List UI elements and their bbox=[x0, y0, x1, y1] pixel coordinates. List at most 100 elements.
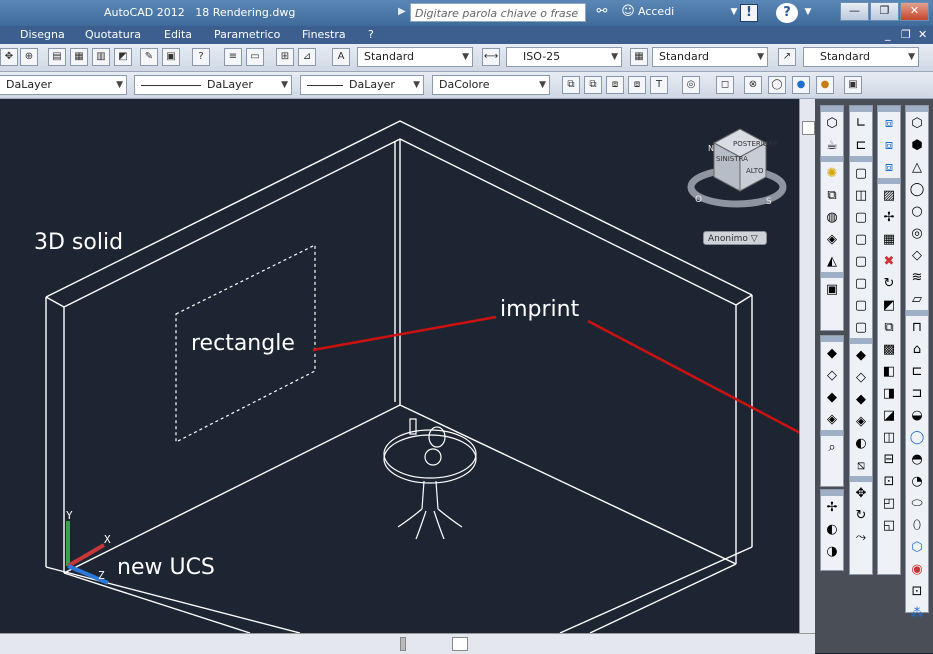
mesh-convert-icon[interactable]: ⬡ bbox=[906, 536, 928, 558]
menu-edita[interactable]: Edita bbox=[164, 28, 192, 41]
materials-icon[interactable]: ◍ bbox=[821, 206, 843, 228]
slice-icon[interactable]: ◱ bbox=[878, 514, 900, 536]
shade3-icon[interactable]: ◆ bbox=[821, 386, 843, 408]
quickcalc-icon[interactable]: ▣ bbox=[162, 48, 180, 66]
check-icon[interactable]: ◰ bbox=[878, 492, 900, 514]
measure-icon[interactable]: ≡ bbox=[224, 48, 242, 66]
mesh-cone-icon[interactable]: ◯ bbox=[906, 178, 928, 200]
flatshot-icon[interactable]: ⌂ bbox=[906, 338, 928, 360]
teapot-icon[interactable]: ☕ bbox=[821, 134, 843, 156]
thicken-icon[interactable]: ◯ bbox=[906, 426, 928, 448]
convert-surface-icon[interactable]: ◔ bbox=[906, 470, 928, 492]
sphere-icon[interactable]: ▢ bbox=[850, 228, 872, 250]
layer-select[interactable]: DaLayer ▼ bbox=[0, 75, 127, 95]
sun-icon[interactable]: ◭ bbox=[821, 250, 843, 272]
surface-network-icon[interactable]: ◉ bbox=[906, 558, 928, 580]
sweep-icon[interactable]: ◆ bbox=[850, 388, 872, 410]
linetype-select[interactable]: DaLayer ▼ bbox=[134, 75, 292, 95]
wireframe-icon[interactable]: ⊗ bbox=[744, 76, 762, 94]
extract-edges-icon[interactable]: ⬭ bbox=[906, 492, 928, 514]
help-button[interactable]: ? bbox=[776, 3, 798, 23]
mleader-style-select[interactable]: Standard ▼ bbox=[803, 47, 919, 67]
search-input[interactable]: Digitare parola chiave o frase bbox=[410, 3, 586, 22]
offset-faces-icon[interactable]: ▦ bbox=[878, 228, 900, 250]
binoculars-icon[interactable]: ⚯ bbox=[594, 4, 610, 20]
union-icon[interactable]: ⧈ bbox=[878, 112, 900, 134]
shell-icon[interactable]: ⊡ bbox=[878, 470, 900, 492]
help-icon[interactable]: ? bbox=[192, 48, 210, 66]
mesh-smooth-icon[interactable]: ≋ bbox=[906, 266, 928, 288]
mesh-cylinder-icon[interactable]: ⬢ bbox=[906, 134, 928, 156]
cylinder-icon[interactable]: ▢ bbox=[850, 250, 872, 272]
wedge-icon[interactable]: ◫ bbox=[850, 184, 872, 206]
mesh-sphere-icon[interactable]: ○ bbox=[906, 200, 928, 222]
shade4-icon[interactable]: ◈ bbox=[821, 408, 843, 430]
minimize-button[interactable]: — bbox=[840, 2, 869, 21]
solid-draw-icon[interactable]: ⊐ bbox=[906, 382, 928, 404]
polysolid-icon[interactable]: ∟ bbox=[850, 112, 872, 134]
extrude-icon[interactable]: ◆ bbox=[850, 344, 872, 366]
doc-close-button[interactable]: ✕ bbox=[918, 28, 927, 41]
rotate-gizmo-icon[interactable]: ↻ bbox=[850, 504, 872, 526]
draworder-back-icon[interactable]: ⧉ bbox=[584, 76, 602, 94]
sheet-set-icon[interactable]: ◩ bbox=[114, 48, 132, 66]
vertical-scroll-thumb[interactable] bbox=[802, 121, 815, 135]
loft-icon[interactable]: ◐ bbox=[850, 432, 872, 454]
box-icon[interactable]: ▢ bbox=[850, 162, 872, 184]
extrude-faces-icon[interactable]: ▨ bbox=[878, 184, 900, 206]
section-plane-icon[interactable]: ⊓ bbox=[906, 316, 928, 338]
delete-faces-icon[interactable]: ✖ bbox=[878, 250, 900, 272]
design-center-icon[interactable]: ▦ bbox=[70, 48, 88, 66]
menu-finestra[interactable]: Finestra bbox=[302, 28, 346, 41]
zoom-icon[interactable]: ⊕ bbox=[20, 48, 38, 66]
draworder-above-icon[interactable]: ⧈ bbox=[606, 76, 624, 94]
menu-quotatura[interactable]: Quotatura bbox=[85, 28, 141, 41]
mesh-refine-icon[interactable]: ▱ bbox=[906, 288, 928, 310]
horizontal-scroll-thumb[interactable] bbox=[452, 637, 468, 651]
user-icon[interactable]: ☺ bbox=[620, 4, 636, 20]
draworder-front-icon[interactable]: ⧉ bbox=[562, 76, 580, 94]
visual-style-icon[interactable]: ◻ bbox=[716, 76, 734, 94]
imprint-edges-icon[interactable]: ◪ bbox=[878, 404, 900, 426]
visual-style-manager-icon[interactable]: ▣ bbox=[844, 76, 862, 94]
solid-profile-icon[interactable]: ◒ bbox=[906, 404, 928, 426]
draworder-under-icon[interactable]: ⧈ bbox=[628, 76, 646, 94]
mesh-torus-icon[interactable]: ◎ bbox=[906, 222, 928, 244]
free-orbit-icon[interactable]: ◐ bbox=[821, 518, 843, 540]
clean-icon[interactable]: ◫ bbox=[878, 426, 900, 448]
move-gizmo-icon[interactable]: ✥ bbox=[850, 482, 872, 504]
array-icon[interactable]: ⁂ bbox=[906, 602, 928, 624]
conceptual-style-icon[interactable]: ● bbox=[816, 76, 834, 94]
table-style-select[interactable]: Standard ▼ bbox=[652, 47, 768, 67]
lineweight-select[interactable]: DaLayer ▼ bbox=[300, 75, 424, 95]
markup-icon[interactable]: ✎ bbox=[140, 48, 158, 66]
mesh-pyramid-icon[interactable]: ◇ bbox=[906, 244, 928, 266]
continuous-orbit-icon[interactable]: ◑ bbox=[821, 540, 843, 562]
rotate-faces-icon[interactable]: ↻ bbox=[878, 272, 900, 294]
doc-minimize-button[interactable]: _ bbox=[885, 28, 891, 41]
color-edges-icon[interactable]: ◨ bbox=[878, 382, 900, 404]
pan-icon[interactable]: ✥ bbox=[0, 48, 18, 66]
color-select[interactable]: DaColore ▼ bbox=[432, 75, 550, 95]
plot-icon[interactable]: ⊿ bbox=[298, 48, 316, 66]
viewcube[interactable]: POSTERIORE SINISTRA ALTO N O S bbox=[687, 128, 787, 208]
horizontal-scrollbar[interactable] bbox=[0, 633, 815, 654]
copy-faces-icon[interactable]: ⧉ bbox=[878, 316, 900, 338]
planar-surface-icon[interactable]: ⊏ bbox=[850, 134, 872, 156]
named-view-menu[interactable]: Anonimo ▽ bbox=[703, 231, 767, 245]
copy-edges-icon[interactable]: ◧ bbox=[878, 360, 900, 382]
close-button[interactable]: ✕ bbox=[900, 2, 929, 21]
drawing-viewport[interactable]: Y X Z POSTERIORE SINISTRA ALTO N O S bbox=[0, 99, 815, 633]
color-faces-icon[interactable]: ▩ bbox=[878, 338, 900, 360]
table-style-icon[interactable]: ▦ bbox=[630, 48, 648, 66]
mesh-box-icon[interactable]: ⬡ bbox=[906, 112, 928, 134]
intersect-icon[interactable]: ⧈ bbox=[878, 156, 900, 178]
helix-icon[interactable]: ▢ bbox=[850, 316, 872, 338]
text-front-icon[interactable]: T bbox=[650, 76, 668, 94]
properties-icon[interactable]: ▤ bbox=[48, 48, 66, 66]
text-style-select[interactable]: Standard ▼ bbox=[357, 47, 473, 67]
stamp-icon[interactable]: ⊞ bbox=[276, 48, 294, 66]
vertical-scrollbar[interactable] bbox=[799, 99, 816, 633]
mapping-icon[interactable]: ◈ bbox=[821, 228, 843, 250]
layout-icon[interactable]: ▭ bbox=[246, 48, 264, 66]
